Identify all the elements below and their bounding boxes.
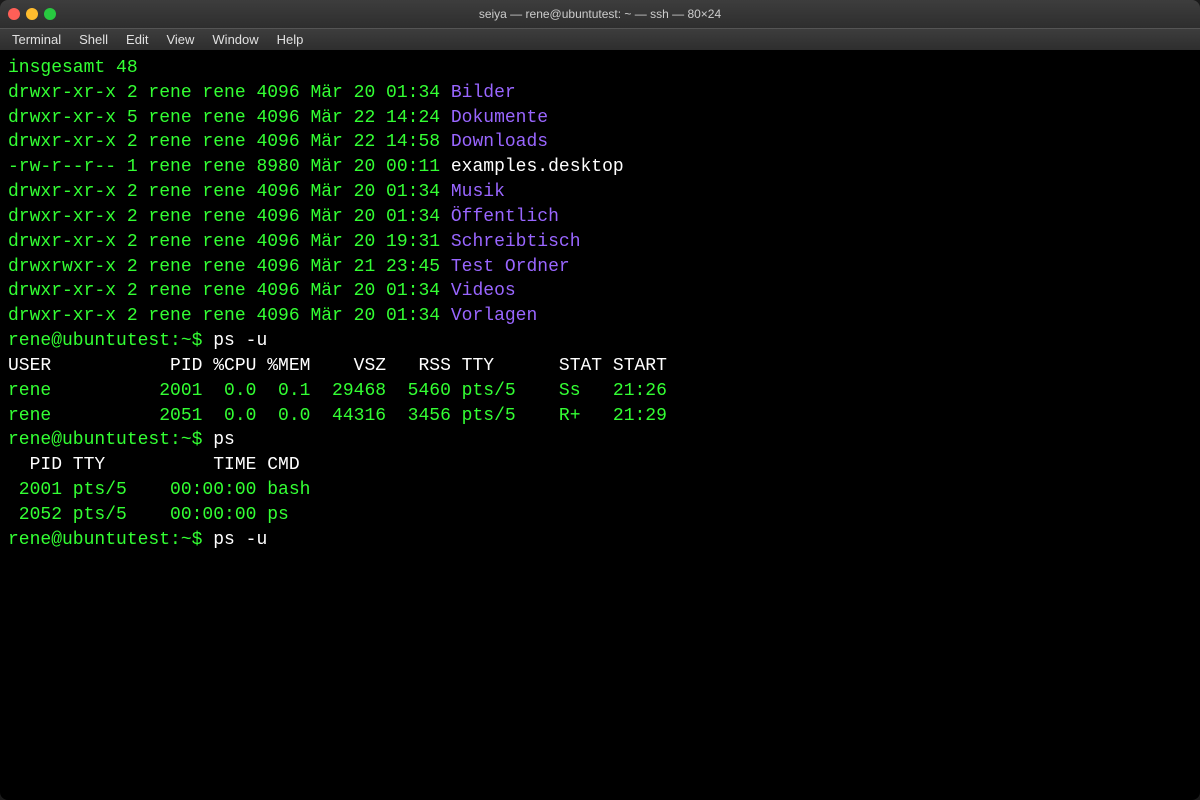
terminal-body[interactable]: insgesamt 48 drwxr-xr-x 2 rene rene 4096…: [0, 50, 1200, 800]
list-item: drwxr-xr-x 2 rene rene 4096 Mär 20 01:34…: [8, 81, 1192, 106]
ps-row-1: rene 2001 0.0 0.1 29468 5460 pts/5 Ss 21…: [8, 379, 1192, 404]
ps-simple-header: PID TTY TIME CMD: [8, 453, 1192, 478]
list-item: drwxr-xr-x 5 rene rene 4096 Mär 22 14:24…: [8, 106, 1192, 131]
list-item: drwxrwxr-x 2 rene rene 4096 Mär 21 23:45…: [8, 255, 1192, 280]
list-item: drwxr-xr-x 2 rene rene 4096 Mär 20 01:34…: [8, 304, 1192, 329]
list-item: drwxr-xr-x 2 rene rene 4096 Mär 22 14:58…: [8, 130, 1192, 155]
menu-help[interactable]: Help: [269, 30, 312, 49]
window-title: seiya — rene@ubuntutest: ~ — ssh — 80×24: [479, 7, 721, 21]
menubar: Terminal Shell Edit View Window Help: [0, 28, 1200, 50]
prompt-line-2: rene@ubuntutest:~$ ps: [8, 428, 1192, 453]
list-item: drwxr-xr-x 2 rene rene 4096 Mär 20 01:34…: [8, 279, 1192, 304]
list-item: drwxr-xr-x 2 rene rene 4096 Mär 20 01:34…: [8, 205, 1192, 230]
ps-header: USER PID %CPU %MEM VSZ RSS TTY STAT STAR…: [8, 354, 1192, 379]
list-item: drwxr-xr-x 2 rene rene 4096 Mär 20 19:31…: [8, 230, 1192, 255]
list-item: drwxr-xr-x 2 rene rene 4096 Mär 20 01:34…: [8, 180, 1192, 205]
menu-shell[interactable]: Shell: [71, 30, 116, 49]
line-insgesamt: insgesamt 48: [8, 56, 1192, 81]
menu-terminal[interactable]: Terminal: [4, 30, 69, 49]
close-button[interactable]: [8, 8, 20, 20]
terminal-window: seiya — rene@ubuntutest: ~ — ssh — 80×24…: [0, 0, 1200, 800]
menu-window[interactable]: Window: [204, 30, 266, 49]
prompt-line-1: rene@ubuntutest:~$ ps -u: [8, 329, 1192, 354]
maximize-button[interactable]: [44, 8, 56, 20]
traffic-lights: [8, 8, 56, 20]
menu-view[interactable]: View: [158, 30, 202, 49]
menu-edit[interactable]: Edit: [118, 30, 156, 49]
ps-simple-row-1: 2001 pts/5 00:00:00 bash: [8, 478, 1192, 503]
titlebar: seiya — rene@ubuntutest: ~ — ssh — 80×24: [0, 0, 1200, 28]
ps-simple-row-2: 2052 pts/5 00:00:00 ps: [8, 503, 1192, 528]
ps-row-2: rene 2051 0.0 0.0 44316 3456 pts/5 R+ 21…: [8, 404, 1192, 429]
minimize-button[interactable]: [26, 8, 38, 20]
list-item: -rw-r--r-- 1 rene rene 8980 Mär 20 00:11…: [8, 155, 1192, 180]
prompt-line-3: rene@ubuntutest:~$ ps -u: [8, 528, 1192, 553]
